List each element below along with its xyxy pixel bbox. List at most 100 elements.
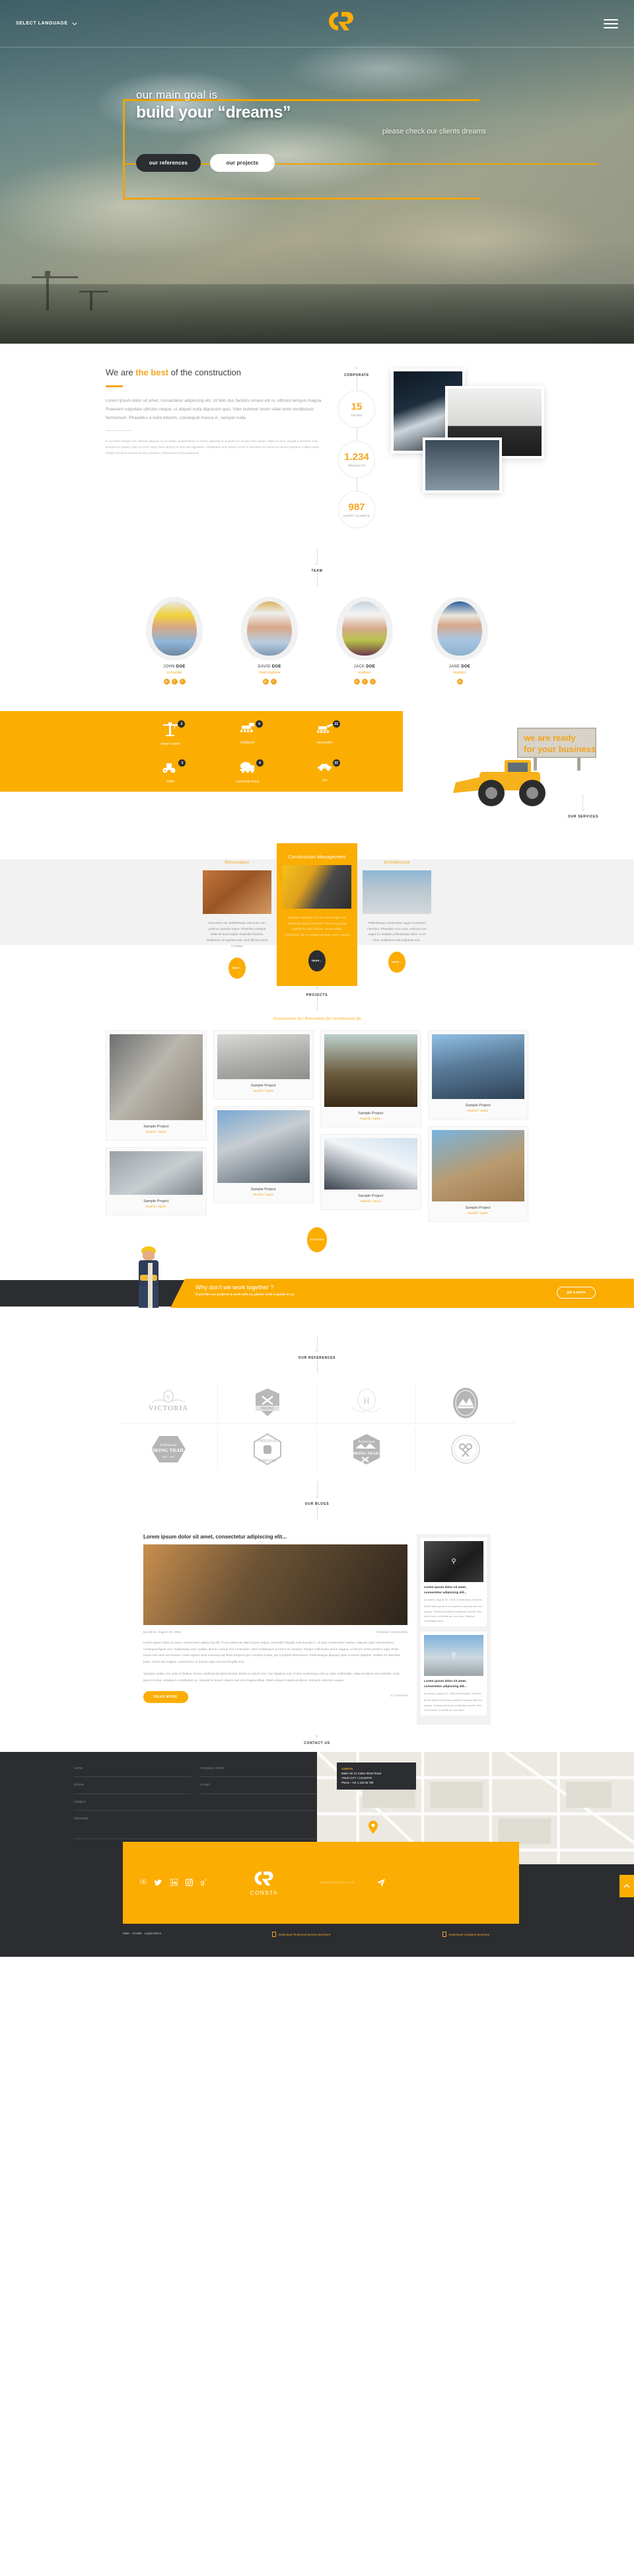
team-member[interactable]: DAVID DOE cheef engineer in t <box>232 597 306 685</box>
project-card[interactable]: Sample Project Madrid / Spain <box>106 1030 207 1141</box>
cta-heading: Why don't we work together ? <box>195 1284 274 1291</box>
company-name-field[interactable]: company name <box>200 1766 317 1778</box>
service-more-button[interactable]: more→ <box>229 957 246 979</box>
vehicle-roller[interactable]: 3 roller <box>132 759 209 784</box>
vehicles-grid: 3 tower crane 4 buldozer 22 excavator 3 … <box>132 720 363 784</box>
service-card-construction-management[interactable]: Construction Management Quisque tincidun… <box>277 843 357 986</box>
language-selector[interactable]: SELECT LANGUAGE <box>16 21 77 26</box>
hero-subline: please check our clients dreams <box>382 128 486 135</box>
twitter-icon[interactable]: t <box>369 679 376 685</box>
team-member[interactable]: JOHN DOE co-founder in f t <box>137 597 211 685</box>
reference-logo-hiking-trails-hex[interactable]: Professional HIKING TRAILS <box>317 1429 416 1470</box>
service-card-renovation[interactable]: Renovation Cras enim nisl, pellentesque … <box>197 849 277 986</box>
facebook-icon[interactable]: f <box>361 679 368 685</box>
project-title: Sample Project <box>358 1194 384 1198</box>
team-member[interactable]: JANE DOE engineer in <box>423 597 497 685</box>
linkedin-icon[interactable]: in <box>353 679 360 685</box>
avatar-photo <box>437 601 482 656</box>
concrete-truck-icon: 4 <box>238 759 264 777</box>
footer-links[interactable]: Main · Credits · Legal Notice <box>123 1932 161 1935</box>
facebook-icon[interactable]:  <box>140 1879 147 1887</box>
footer-logo[interactable]: CONSTA <box>249 1870 279 1896</box>
site-logo[interactable] <box>322 8 358 40</box>
newsletter-input[interactable]: please enter your e-mail <box>320 1881 354 1885</box>
project-thumbnail <box>431 1130 524 1201</box>
about-title-post: of the construction <box>168 367 241 377</box>
load-more-button[interactable]: load more <box>307 1227 327 1252</box>
download-company-brochure-link[interactable]: Download Company Brochure <box>442 1932 489 1937</box>
our-projects-button[interactable]: our projects <box>210 154 275 172</box>
scroll-to-top-button[interactable] <box>619 1875 634 1897</box>
hiking-badge-logo-icon: HIKING <box>255 1388 279 1416</box>
stat-projects: 1.234 PROJECTS <box>338 441 375 478</box>
reference-logo-h-crest[interactable]: H <box>317 1383 416 1423</box>
vehicle-tower-crane[interactable]: 3 tower crane <box>132 720 209 746</box>
service-title: Architecture <box>384 860 410 865</box>
vehicle-car[interactable]: 22 car <box>286 759 363 784</box>
facebook-icon[interactable]: f <box>171 679 178 685</box>
project-card[interactable]: Sample Project Madrid / Spain <box>320 1030 421 1127</box>
name-field[interactable]: name <box>74 1766 191 1778</box>
our-references-button[interactable]: our references <box>136 154 201 172</box>
service-more-button[interactable]: more→ <box>308 950 326 971</box>
reference-logo-hiking[interactable]: HIKING <box>218 1383 317 1423</box>
linkedin-icon[interactable] <box>170 1879 178 1886</box>
linkedin-icon[interactable]: in <box>163 679 170 685</box>
project-title: Sample Project <box>465 1104 491 1108</box>
project-card[interactable]: Sample Project Madrid / Spain <box>320 1134 421 1210</box>
reference-logo-hiking-trails[interactable]: Professional HIKING TRAILS EST. 1991 <box>119 1429 218 1470</box>
service-text: Cras enim nisl, pellentesque sed nunc no… <box>206 921 268 948</box>
twitter-icon[interactable]: t <box>179 679 186 685</box>
instagram-icon[interactable] <box>185 1879 193 1886</box>
get-a-quote-button[interactable]: get a quote <box>557 1287 596 1299</box>
service-more-button[interactable]: more→ <box>388 951 405 973</box>
project-card[interactable]: Sample Project Madrid / Spain <box>213 1106 314 1203</box>
blog-sidebar-card[interactable]: ⚲ Lorem ipsum dolor sit amet, consectetu… <box>421 1538 487 1627</box>
chevron-down-icon <box>72 22 77 25</box>
chevron-down-icon: ˅ <box>315 985 319 991</box>
hamburger-menu-icon[interactable] <box>604 19 618 28</box>
message-field[interactable]: message <box>74 1817 317 1840</box>
project-card[interactable]: Sample Project Madrid / Spain <box>427 1126 528 1222</box>
project-thumbnail <box>110 1151 203 1195</box>
reference-logo-original-forever[interactable]: ORIGINAL FOREVER <box>218 1429 317 1470</box>
email-field[interactable]: e-mail <box>200 1783 317 1794</box>
project-card[interactable]: Sample Project Madrid / Spain <box>213 1030 314 1100</box>
project-card[interactable]: Sample Project Madrid / Spain <box>106 1147 207 1215</box>
avatar <box>146 597 203 660</box>
cta-section: Why don't we work together ? If you like… <box>0 1246 634 1318</box>
twitter-icon[interactable] <box>154 1879 162 1887</box>
blog-comments-count: 2 Comments <box>390 1693 407 1697</box>
document-icon <box>442 1932 446 1937</box>
subject-field[interactable]: subject <box>74 1800 317 1811</box>
vehicle-concrete-truck[interactable]: 4 concrete truck <box>209 759 287 784</box>
linkedin-icon[interactable]: in <box>262 679 269 685</box>
paper-plane-icon[interactable] <box>376 1878 386 1887</box>
reference-logo-top-mountain[interactable] <box>416 1383 515 1423</box>
linkedin-icon[interactable]: in <box>456 679 463 685</box>
blog-sidebar-title: Lorem ipsum dolor sit amet, consectetur … <box>424 1586 467 1595</box>
reference-logo-victoria[interactable]: V VICTORIA <box>119 1383 218 1423</box>
download-technical-brochure-link[interactable]: Download Techinical Service Brochure <box>272 1932 330 1937</box>
read-more-button[interactable]: READ MORE <box>143 1690 188 1703</box>
phone-field[interactable]: phone <box>74 1783 191 1794</box>
svg-text:EST. 1991: EST. 1991 <box>162 1455 174 1458</box>
twitter-icon[interactable]: t <box>270 679 277 685</box>
reference-logo-authentic-keys[interactable] <box>416 1429 515 1470</box>
original-forever-logo-icon: ORIGINAL FOREVER <box>253 1433 281 1466</box>
bulldozer-icon: 4 <box>238 720 263 738</box>
blog-rail: ˅ OUR BLOGS <box>0 1482 634 1519</box>
project-thumbnail <box>431 1034 524 1099</box>
service-card-architecture[interactable]: Architecture Pellentesque consectetur au… <box>357 849 437 986</box>
team-member[interactable]: JACK DOE engineer in f t <box>328 597 402 685</box>
blog-post-body-2: Quisque mattis non justo et finibus. Don… <box>143 1673 400 1683</box>
blog-sidebar-card[interactable]: ⚲ Lorem ipsum dolor sit amet, consectetu… <box>421 1632 487 1716</box>
stat-value: 15 <box>351 400 363 412</box>
googleplus-icon[interactable]: g+ <box>201 1879 207 1887</box>
avatar <box>241 597 298 660</box>
vehicle-buldozer[interactable]: 4 buldozer <box>209 720 287 746</box>
project-card[interactable]: Sample Project Madrid / Spain <box>427 1030 528 1119</box>
projects-filter-bar[interactable]: Construction (3) / Renovation (5) / Arch… <box>0 1017 634 1021</box>
blog-post-title[interactable]: Lorem ipsum dolor sit amet, consectetur … <box>143 1534 407 1540</box>
vehicle-excavator[interactable]: 22 excavator <box>286 720 363 746</box>
